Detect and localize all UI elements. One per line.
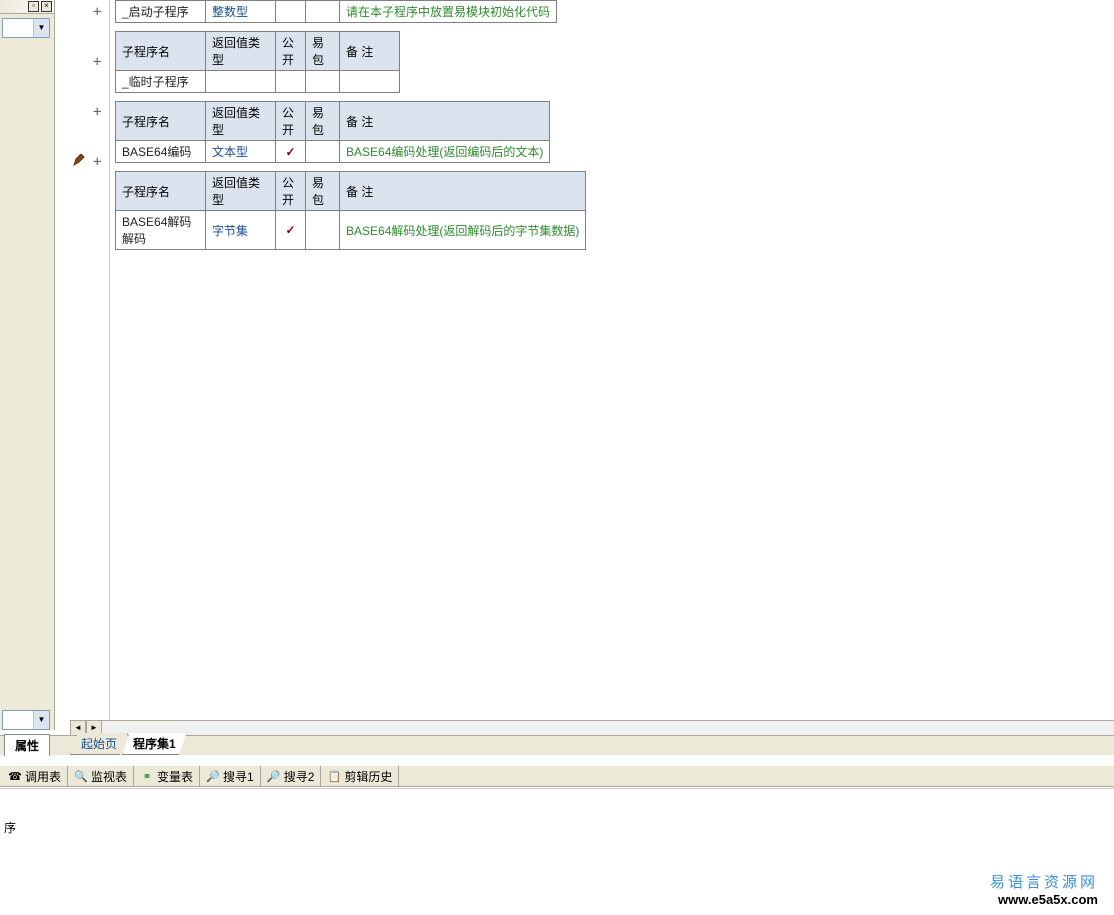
- return-type-cell[interactable]: [206, 71, 276, 93]
- editor-tabs: 起始页 程序集1: [70, 733, 181, 755]
- watermark-en: www.e5a5x.com: [990, 892, 1098, 907]
- col-header-name: 子程序名: [116, 102, 206, 141]
- bottom-toolbar: ☎ 调用表 🔍 监视表 ⚭ 变量表 🔎 搜寻1 🔎 搜寻2 📋 剪辑历史: [0, 765, 1114, 787]
- public-cell[interactable]: ✓: [276, 211, 306, 250]
- sub-name-cell[interactable]: BASE64解码解码: [116, 211, 206, 250]
- expand-icon[interactable]: +: [93, 154, 101, 170]
- sub-name-cell[interactable]: _临时子程序: [116, 71, 206, 93]
- chevron-down-icon[interactable]: ▼: [33, 711, 49, 729]
- chevron-down-icon[interactable]: ▼: [33, 19, 49, 37]
- pkg-cell[interactable]: [306, 211, 340, 250]
- toolbar-label: 监视表: [91, 768, 127, 785]
- subroutine-table: _启动子程序 整数型 请在本子程序中放置易模块初始化代码: [115, 0, 557, 23]
- cliphistory-button[interactable]: 📋 剪辑历史: [321, 766, 399, 786]
- table-row[interactable]: _临时子程序: [116, 71, 400, 93]
- table-row[interactable]: BASE64编码 文本型 ✓ BASE64编码处理(返回编码后的文本): [116, 141, 550, 163]
- subroutine-table: 子程序名 返回值类型 公开 易包 备 注 BASE64编码 文本型 ✓ BASE…: [115, 101, 550, 163]
- subroutine-table: 子程序名 返回值类型 公开 易包 备 注 _临时子程序: [115, 31, 400, 93]
- property-combo[interactable]: ▼: [2, 18, 50, 38]
- horizontal-scrollbar[interactable]: ◄ ►: [70, 720, 1114, 736]
- toolbar-label: 搜寻1: [223, 768, 254, 785]
- toolbar-label: 变量表: [157, 768, 193, 785]
- toolbar-label: 剪辑历史: [344, 768, 392, 785]
- col-header-pkg: 易包: [306, 102, 340, 141]
- return-type-cell[interactable]: 整数型: [206, 1, 276, 23]
- toolbar-label: 搜寻2: [284, 768, 315, 785]
- col-header-name: 子程序名: [116, 172, 206, 211]
- return-type-cell[interactable]: 字节集: [206, 211, 276, 250]
- property-scroll-combo[interactable]: ▼: [2, 710, 50, 730]
- public-cell[interactable]: [276, 71, 306, 93]
- status-text: 序: [4, 821, 16, 835]
- sub-name-cell[interactable]: BASE64编码: [116, 141, 206, 163]
- col-header-rtype: 返回值类型: [206, 172, 276, 211]
- col-header-rtype: 返回值类型: [206, 102, 276, 141]
- watermark-cn: 易语言资源网: [990, 871, 1098, 892]
- close-icon[interactable]: ×: [41, 1, 52, 12]
- sub-name-cell[interactable]: _启动子程序: [116, 1, 206, 23]
- col-header-note: 备 注: [340, 102, 550, 141]
- watchtable-button[interactable]: 🔍 监视表: [68, 766, 134, 786]
- minimize-icon[interactable]: ▫: [28, 1, 39, 12]
- subroutine-table: 子程序名 返回值类型 公开 易包 备 注 BASE64解码解码 字节集 ✓ BA…: [115, 171, 586, 250]
- pkg-cell[interactable]: [306, 1, 340, 23]
- table-row[interactable]: _启动子程序 整数型 请在本子程序中放置易模块初始化代码: [116, 1, 557, 23]
- expand-icon[interactable]: +: [93, 4, 101, 20]
- note-cell[interactable]: BASE64解码处理(返回解码后的字节集数据): [340, 211, 586, 250]
- watermark: 易语言资源网 www.e5a5x.com: [990, 871, 1098, 907]
- find-icon: 🔎: [267, 769, 281, 783]
- col-header-public: 公开: [276, 32, 306, 71]
- tab-bar: 属性 起始页 程序集1: [0, 735, 1114, 755]
- table-header-row: 子程序名 返回值类型 公开 易包 备 注: [116, 172, 586, 211]
- variable-icon: ⚭: [140, 769, 154, 783]
- phone-icon: ☎: [8, 769, 22, 783]
- tab-startpage[interactable]: 起始页: [70, 733, 128, 755]
- table-header-row: 子程序名 返回值类型 公开 易包 备 注: [116, 32, 400, 71]
- search2-button[interactable]: 🔎 搜寻2: [261, 766, 322, 786]
- output-panel: 序: [0, 788, 1114, 848]
- col-header-pkg: 易包: [306, 172, 340, 211]
- calltable-button[interactable]: ☎ 调用表: [2, 766, 68, 786]
- col-header-rtype: 返回值类型: [206, 32, 276, 71]
- panel-header: ▫ ×: [0, 0, 54, 14]
- col-header-pkg: 易包: [306, 32, 340, 71]
- note-cell[interactable]: BASE64编码处理(返回编码后的文本): [340, 141, 550, 163]
- col-header-note: 备 注: [340, 32, 400, 71]
- note-cell[interactable]: [340, 71, 400, 93]
- return-type-cell[interactable]: 文本型: [206, 141, 276, 163]
- pkg-cell[interactable]: [306, 71, 340, 93]
- toolbar-label: 调用表: [25, 768, 61, 785]
- properties-tab[interactable]: 属性: [4, 734, 50, 756]
- vartable-button[interactable]: ⚭ 变量表: [134, 766, 200, 786]
- pkg-cell[interactable]: [306, 141, 340, 163]
- find-icon: 🔎: [206, 769, 220, 783]
- clipboard-icon: 📋: [327, 769, 341, 783]
- col-header-public: 公开: [276, 102, 306, 141]
- table-header-row: 子程序名 返回值类型 公开 易包 备 注: [116, 102, 550, 141]
- edit-pencil-icon: [73, 154, 85, 166]
- col-header-public: 公开: [276, 172, 306, 211]
- properties-panel: ▫ × ▼ ▼: [0, 0, 55, 730]
- note-cell[interactable]: 请在本子程序中放置易模块初始化代码: [340, 1, 557, 23]
- search1-button[interactable]: 🔎 搜寻1: [200, 766, 261, 786]
- table-row[interactable]: BASE64解码解码 字节集 ✓ BASE64解码处理(返回解码后的字节集数据): [116, 211, 586, 250]
- tab-programset1[interactable]: 程序集1: [122, 733, 187, 755]
- editor-gutter: + + + +: [55, 0, 110, 720]
- search-icon: 🔍: [74, 769, 88, 783]
- public-cell[interactable]: ✓: [276, 141, 306, 163]
- expand-icon[interactable]: +: [93, 54, 101, 70]
- public-cell[interactable]: [276, 1, 306, 23]
- scroll-track[interactable]: [102, 720, 1114, 736]
- col-header-note: 备 注: [340, 172, 586, 211]
- expand-icon[interactable]: +: [93, 104, 101, 120]
- col-header-name: 子程序名: [116, 32, 206, 71]
- code-editor[interactable]: _启动子程序 整数型 请在本子程序中放置易模块初始化代码 子程序名 返回值类型 …: [110, 0, 1114, 720]
